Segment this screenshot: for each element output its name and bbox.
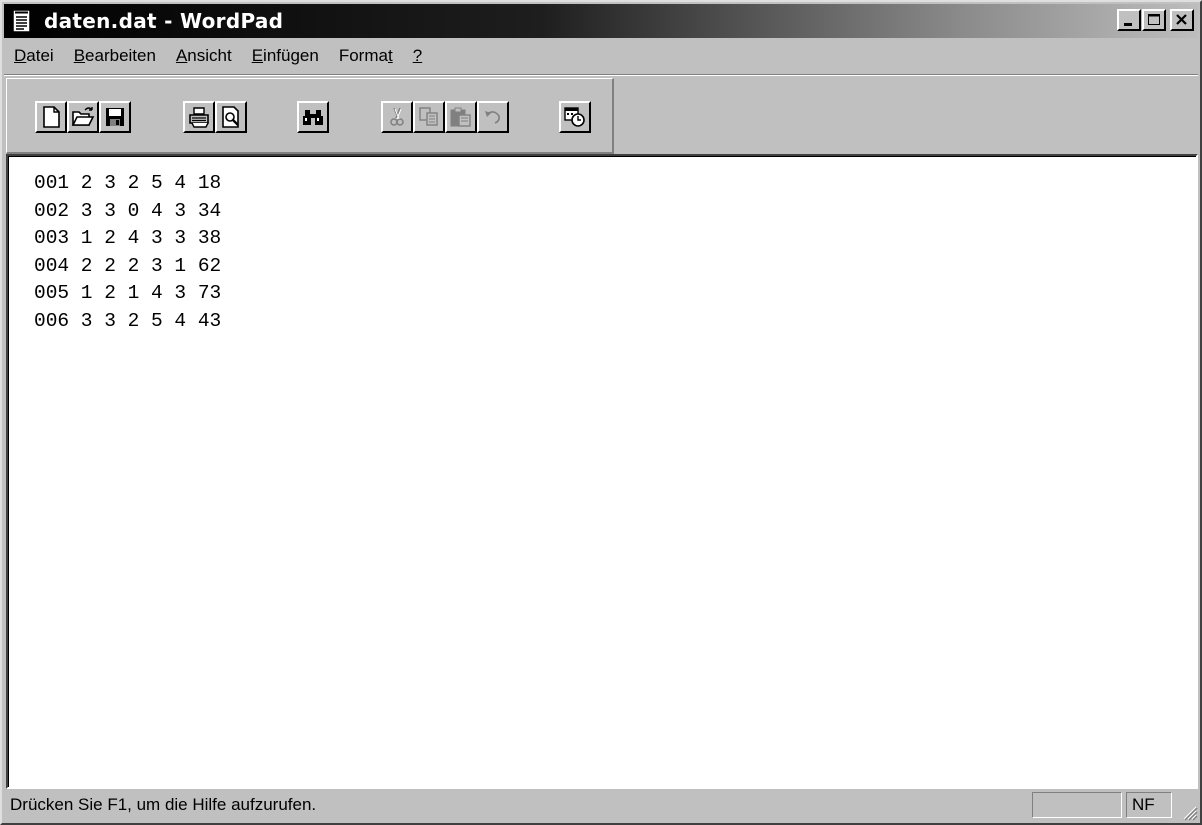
open-button[interactable]: [67, 101, 99, 133]
menu-datei[interactable]: Datei: [4, 46, 64, 66]
copy-button[interactable]: [413, 101, 445, 133]
menu-ansicht[interactable]: Ansicht: [166, 46, 242, 66]
document-line: 002 3 3 0 4 3 34: [34, 199, 222, 222]
document-line: 005 1 2 1 4 3 73: [34, 282, 222, 304]
minimize-icon: [1124, 23, 1132, 26]
print-preview-icon: [222, 106, 239, 128]
menu-bearbeiten-accel: B: [73, 46, 86, 65]
caption-buttons: [1116, 9, 1194, 31]
menu-datei-label: atei: [26, 46, 54, 65]
save-button[interactable]: [99, 101, 131, 133]
new-document-icon: [43, 106, 60, 128]
find-button[interactable]: [297, 101, 329, 133]
new-button[interactable]: [35, 101, 67, 133]
document-text[interactable]: 001 2 3 2 5 4 18 002 3 3 0 4 3 34 003 1 2 …: [34, 170, 221, 335]
insert-date-time-button[interactable]: [559, 101, 591, 133]
cut-button[interactable]: [381, 101, 413, 133]
print-button[interactable]: [183, 101, 215, 133]
menu-einfuegen[interactable]: Einfügen: [242, 46, 329, 66]
close-icon: [1176, 14, 1187, 25]
menu-einfuegen-accel: E: [251, 46, 264, 65]
menu-ansicht-accel: A: [175, 46, 188, 65]
maximize-button[interactable]: [1142, 9, 1166, 31]
status-pane-num: NF: [1126, 792, 1172, 818]
document-line: 001 2 3 2 5 4 18: [34, 172, 222, 194]
print-preview-button[interactable]: [215, 101, 247, 133]
cut-scissors-icon: [390, 107, 404, 126]
status-bar: Drücken Sie F1, um die Hilfe aufzurufen.…: [4, 787, 1198, 821]
document-line: 006 3 3 2 5 4 43: [34, 309, 222, 332]
find-binoculars-icon: [303, 110, 323, 125]
menu-einfuegen-label: infügen: [263, 46, 319, 65]
menu-toolbar-divider: [4, 74, 1198, 76]
undo-button[interactable]: [477, 101, 509, 133]
menu-format-label: Forma: [338, 46, 388, 65]
document-line: 004 2 2 2 3 1 62: [34, 254, 222, 277]
menu-help-accel: ?: [412, 46, 423, 65]
status-message: Drücken Sie F1, um die Hilfe aufzurufen.: [10, 795, 317, 814]
insert-date-time-icon: [564, 107, 585, 127]
title-bar[interactable]: daten.dat - WordPad: [4, 4, 1198, 38]
paste-icon: [450, 107, 471, 127]
wordpad-window: daten.dat - WordPad Datei Bearbeiten Ans…: [0, 0, 1202, 825]
open-folder-icon: [71, 107, 95, 126]
print-icon: [189, 107, 209, 128]
menu-help[interactable]: ?: [403, 46, 432, 66]
close-button[interactable]: [1170, 9, 1194, 31]
wordpad-document-icon[interactable]: [10, 9, 34, 33]
menu-format[interactable]: Format: [329, 46, 403, 66]
standard-toolbar: [6, 78, 614, 154]
menu-ansicht-label: nsicht: [187, 46, 232, 65]
undo-icon: [485, 111, 500, 124]
copy-icon: [419, 107, 438, 126]
menu-bearbeiten[interactable]: Bearbeiten: [64, 46, 166, 66]
menu-bearbeiten-label: earbeiten: [85, 46, 156, 65]
minimize-button[interactable]: [1117, 9, 1141, 31]
menu-datei-accel: D: [14, 46, 27, 65]
maximize-icon: [1148, 14, 1160, 25]
menu-format-accel: t: [387, 46, 393, 65]
paste-button[interactable]: [445, 101, 477, 133]
resize-grip-icon[interactable]: [1178, 801, 1198, 821]
menu-bar: Datei Bearbeiten Ansicht Einfügen Format…: [4, 40, 1198, 72]
document-line: 003 1 2 4 3 3 38: [34, 227, 222, 249]
save-disk-icon: [106, 108, 124, 126]
status-pane-empty: [1032, 792, 1122, 818]
window-title: daten.dat - WordPad: [44, 9, 284, 33]
document-area[interactable]: 001 2 3 2 5 4 18 002 3 3 0 4 3 34 003 1 2 …: [6, 154, 1198, 789]
